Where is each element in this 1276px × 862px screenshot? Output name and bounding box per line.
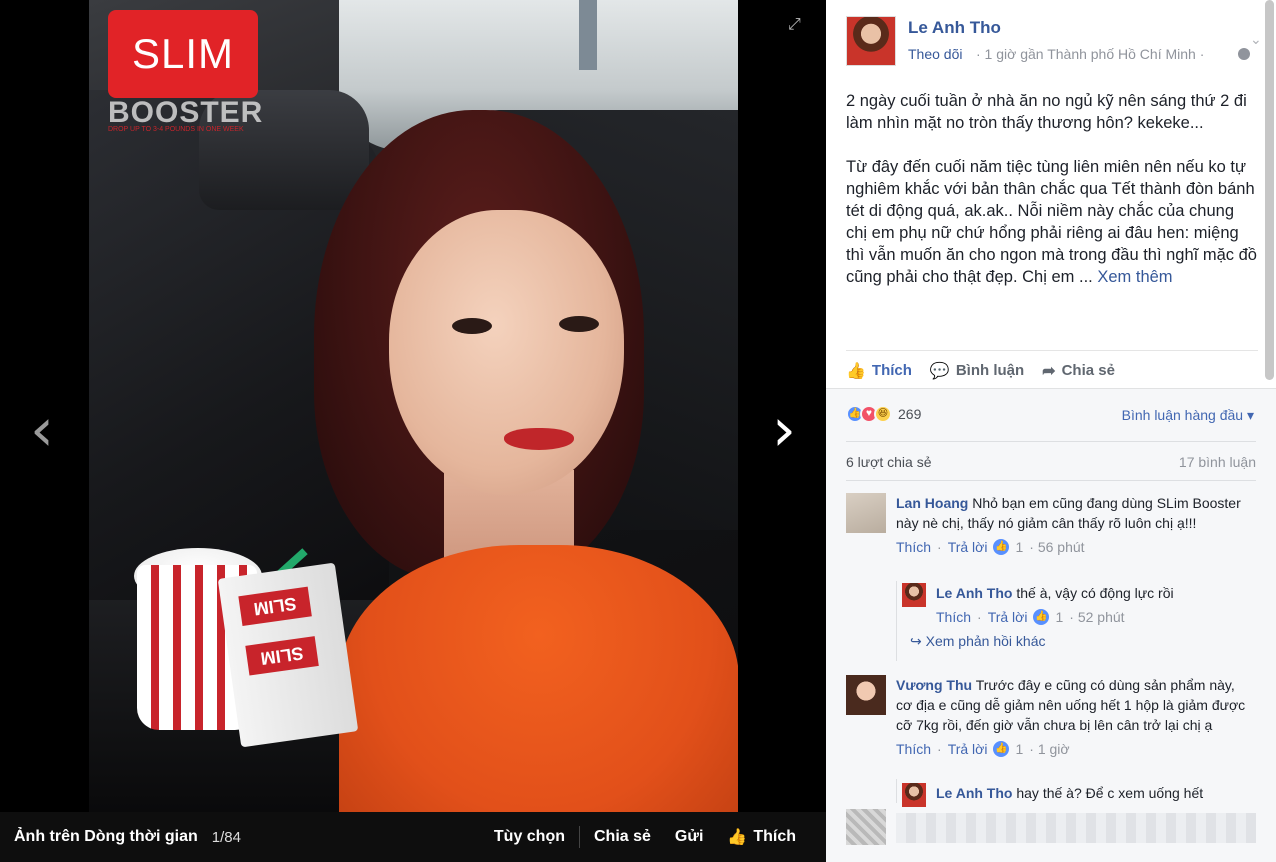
scrollbar[interactable] xyxy=(1265,0,1274,380)
reply-arrow-icon: ↪ xyxy=(910,633,922,649)
box-label-top: SLIM xyxy=(238,586,312,627)
comment-text: Lan Hoang Nhỏ bạn em cũng đang dùng SLim… xyxy=(896,495,1241,531)
chevron-down-icon[interactable]: ⌄ xyxy=(1250,32,1262,48)
avatar[interactable] xyxy=(846,809,886,845)
post-meta: · 1 giờ gần Thành phố Hồ Chí Minh · xyxy=(976,46,1205,62)
comment-icon: 💬 xyxy=(929,362,950,380)
booster-logo-text: BOOSTER xyxy=(108,96,264,129)
comment-like-count: 1 xyxy=(1015,539,1024,555)
like-badge-icon: 👍 xyxy=(993,539,1010,555)
comments-count[interactable]: 17 bình luận xyxy=(1179,454,1256,470)
dot: · xyxy=(937,539,942,555)
comment-reply-link[interactable]: Trả lời xyxy=(948,537,988,557)
comment-reply-link[interactable]: Trả lời xyxy=(948,739,988,759)
box-label-mid: SLIM xyxy=(245,636,319,676)
previous-arrow-icon[interactable]: ‹ xyxy=(22,400,62,460)
reply-text: Le Anh Tho hay thế à? Để c xem uống hết xyxy=(936,785,1204,801)
send-button[interactable]: Gửi xyxy=(663,828,715,846)
slim-logo: SLIM xyxy=(108,10,258,98)
author-name[interactable]: Le Anh Tho xyxy=(908,18,1001,38)
share-button[interactable]: Chia sẻ xyxy=(582,828,663,846)
comment-like-count: 1 xyxy=(1015,741,1024,757)
comment-reply-link[interactable]: Trả lời xyxy=(988,607,1028,627)
comment: Vương Thu Trước đây e cũng có dùng sản p… xyxy=(846,675,1246,765)
reply-thread-line xyxy=(896,581,897,661)
left-eye xyxy=(452,318,492,334)
viewer-bottom-bar: Ảnh trên Dòng thời gian 1/84 Tùy chọn Ch… xyxy=(0,812,826,862)
post-text: 2 ngày cuối tuần ở nhà ăn no ngủ kỹ nên … xyxy=(846,90,1258,310)
globe-icon xyxy=(1238,48,1250,60)
post-panel: Le Anh Tho Theo dõi · 1 giờ gần Thành ph… xyxy=(826,0,1276,862)
comment-like-link[interactable]: Thích xyxy=(936,607,971,627)
woman-face xyxy=(389,210,624,495)
comment-author[interactable]: Le Anh Tho xyxy=(936,585,1012,601)
comment-like-link[interactable]: Thích xyxy=(896,537,931,557)
post-paragraph-1: 2 ngày cuối tuần ở nhà ăn no ngủ kỹ nên … xyxy=(846,92,1247,132)
comment-sort-dropdown[interactable]: Bình luận hàng đầu ▾ xyxy=(1122,407,1254,424)
expand-icon[interactable]: ⤢ xyxy=(788,14,808,34)
photo-stage: SLIM SLIM SLIM BOOSTER DROP UP TO 3-4 PO… xyxy=(0,0,826,862)
comment: Lan Hoang Nhỏ bạn em cũng đang dùng SLim… xyxy=(846,493,1246,573)
post-action-bar: 👍 Thích 💬 Bình luận ➦ Chia sẻ xyxy=(846,350,1258,390)
like-post-button[interactable]: 👍 Thích xyxy=(846,361,912,381)
avatar[interactable] xyxy=(902,583,926,607)
avatar[interactable] xyxy=(846,493,886,533)
comment-composer xyxy=(846,807,1256,847)
right-eye xyxy=(559,316,599,332)
divider xyxy=(579,826,580,848)
reply: Le Anh Tho thế à, vậy có động lực rồi Th… xyxy=(902,583,1252,633)
comment-time[interactable]: · 1 giờ xyxy=(1029,739,1069,759)
options-button[interactable]: Tùy chọn xyxy=(482,828,577,846)
comment-author[interactable]: Le Anh Tho xyxy=(936,785,1012,801)
like-badge-icon: 👍 xyxy=(993,741,1010,757)
avatar[interactable] xyxy=(902,783,926,807)
shares-count[interactable]: 6 lượt chia sẻ xyxy=(846,454,931,470)
lips xyxy=(504,428,574,450)
comment-button[interactable]: 💬 Bình luận xyxy=(930,361,1024,381)
see-more-link[interactable]: Xem thêm xyxy=(1097,268,1172,286)
like-label: Thích xyxy=(753,828,796,845)
comment-input[interactable] xyxy=(896,813,1256,843)
reaction-count: 269 xyxy=(898,406,922,422)
comment-time[interactable]: · 56 phút xyxy=(1029,537,1084,557)
more-replies-link[interactable]: ↪ Xem phản hồi khác xyxy=(910,633,1045,650)
avatar[interactable] xyxy=(846,16,896,66)
comment-author[interactable]: Lan Hoang xyxy=(896,495,968,511)
comment-like-link[interactable]: Thích xyxy=(896,739,931,759)
like-badge-icon: 👍 xyxy=(1033,609,1050,625)
comment-like-count: 1 xyxy=(1055,609,1064,625)
comment-meta: Thích · Trả lời 👍 1 · 52 phút xyxy=(936,607,1236,627)
thumbs-up-icon: 👍 xyxy=(846,362,866,380)
album-title[interactable]: Ảnh trên Dòng thời gian xyxy=(14,828,198,846)
comment-author[interactable]: Vương Thu xyxy=(896,677,972,693)
logo-tagline: DROP UP TO 3-4 POUNDS IN ONE WEEK xyxy=(108,126,244,133)
follow-link[interactable]: Theo dõi xyxy=(908,46,962,62)
counts-row: 6 lượt chia sẻ 17 bình luận xyxy=(846,441,1256,481)
share-arrow-icon: ➦ xyxy=(1042,362,1056,380)
post-paragraph-2: Từ đây đến cuối năm tiệc tùng liên miên … xyxy=(846,158,1257,286)
photo-counter: 1/84 xyxy=(211,828,241,846)
comment-time[interactable]: · 52 phút xyxy=(1069,607,1124,627)
comment-meta: Thích · Trả lời 👍 1 · 56 phút xyxy=(896,537,1246,557)
reactions-summary[interactable]: 👍 ♥ 😆 269 xyxy=(846,405,921,423)
reply: Le Anh Tho hay thế à? Để c xem uống hết xyxy=(902,783,1252,807)
thumbs-up-icon: 👍 xyxy=(727,829,748,846)
product-box: SLIM SLIM xyxy=(217,562,359,748)
next-arrow-icon[interactable]: › xyxy=(764,400,804,460)
comment-text: Vương Thu Trước đây e cũng có dùng sản p… xyxy=(896,677,1246,733)
dot: · xyxy=(977,609,982,625)
reply-thread-line xyxy=(896,779,897,803)
orange-shirt xyxy=(339,545,738,812)
share-post-button[interactable]: ➦ Chia sẻ xyxy=(1042,361,1115,381)
feedback-section: 👍 ♥ 😆 269 Bình luận hàng đầu ▾ 6 lượt ch… xyxy=(826,388,1276,862)
dot: · xyxy=(937,741,942,757)
comment-meta: Thích · Trả lời 👍 1 · 1 giờ xyxy=(896,739,1246,759)
avatar[interactable] xyxy=(846,675,886,715)
post-header: Le Anh Tho Theo dõi · 1 giờ gần Thành ph… xyxy=(846,16,1262,71)
haha-reaction-icon: 😆 xyxy=(874,405,892,423)
reply-text: Le Anh Tho thế à, vậy có động lực rồi xyxy=(936,585,1174,601)
like-button[interactable]: 👍 Thích xyxy=(715,827,808,847)
